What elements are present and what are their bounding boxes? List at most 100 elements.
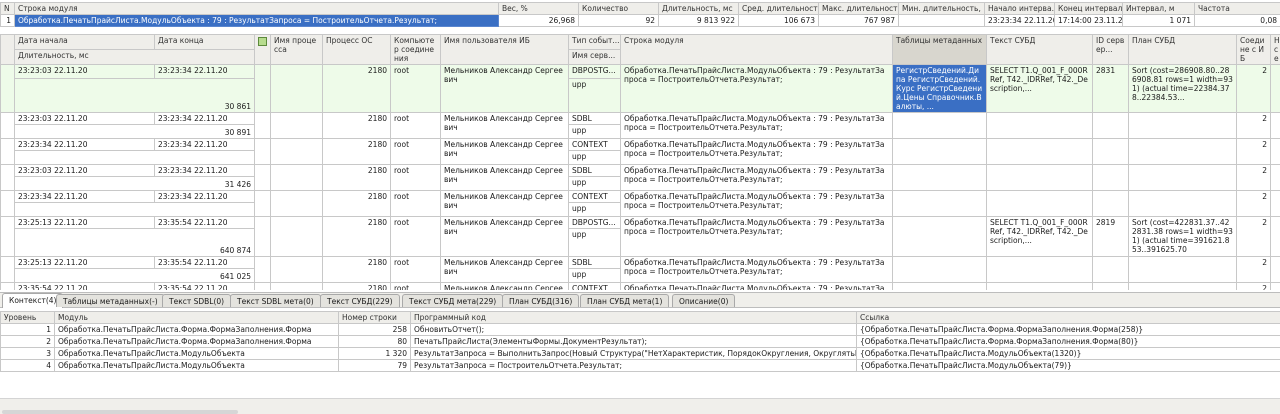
events-hdr-proc-name[interactable]: Имя процесса	[270, 34, 323, 65]
events-hdr-picture[interactable]	[254, 34, 271, 65]
event-meta-tables[interactable]	[892, 282, 987, 290]
event-type[interactable]: CONTEXT	[568, 282, 621, 290]
event-start[interactable]: 23:23:34 22.11.20	[14, 190, 155, 203]
event-computer[interactable]: root	[390, 64, 441, 113]
event-row[interactable]: 23:23:34 22.11.20 23:23:34 22.11.20 2180 ro…	[0, 138, 1280, 165]
event-end[interactable]: 23:23:34 22.11.20	[154, 190, 255, 203]
summary-hdr-interval-end[interactable]: Конец интервала	[1054, 2, 1123, 15]
events-hdr-duration[interactable]: Длительность, мс	[14, 49, 255, 65]
tab-context[interactable]: Контекст(4)	[2, 293, 64, 308]
summary-cell-count[interactable]: 92	[578, 14, 659, 27]
event-plan[interactable]: Sort (cost=286908.80..286908.81 rows=1 w…	[1128, 64, 1237, 113]
event-conn[interactable]: 2	[1236, 282, 1271, 290]
context-hdr-link[interactable]: Ссылка	[856, 311, 1280, 324]
event-os-proc[interactable]: 2180	[322, 256, 391, 283]
events-hdr-os-proc[interactable]: Процесс ОС	[322, 34, 391, 65]
event-server-id[interactable]	[1092, 190, 1129, 217]
summary-hdr-count[interactable]: Количество	[578, 2, 659, 15]
event-sql[interactable]	[986, 112, 1093, 139]
event-db[interactable]: upp	[568, 202, 621, 217]
event-computer[interactable]: root	[390, 138, 441, 165]
event-meta-tables[interactable]	[892, 112, 987, 139]
context-hdr-line-number[interactable]: Номер строки	[338, 311, 411, 324]
event-db[interactable]: upp	[568, 176, 621, 191]
event-user[interactable]: Мельников Александр Сергеевич	[440, 138, 569, 165]
event-plan[interactable]	[1128, 138, 1237, 165]
events-hdr-conn[interactable]: Соедине с ИБ	[1236, 34, 1271, 65]
event-module-line[interactable]: Обработка.ПечатьПрайсЛиста.МодульОбъекта…	[620, 256, 893, 283]
event-computer[interactable]: root	[390, 112, 441, 139]
event-type[interactable]: SDBL	[568, 164, 621, 177]
event-plan[interactable]	[1128, 112, 1237, 139]
event-user[interactable]: Мельников Александр Сергеевич	[440, 164, 569, 191]
summary-cell-n[interactable]: 1	[0, 14, 15, 27]
event-db[interactable]: upp	[568, 268, 621, 283]
context-row[interactable]: 4 Обработка.ПечатьПрайсЛиста.МодульОбъект…	[0, 359, 1280, 372]
summary-hdr-interval-start[interactable]: Начало интерва...	[984, 2, 1055, 15]
event-user[interactable]: Мельников Александр Сергеевич	[440, 190, 569, 217]
event-user[interactable]: Мельников Александр Сергеевич	[440, 216, 569, 257]
event-start[interactable]: 23:23:03 22.11.20	[14, 164, 155, 177]
event-sql[interactable]	[986, 138, 1093, 165]
summary-cell-interval-min[interactable]: 1 071	[1122, 14, 1195, 27]
event-db[interactable]: upp	[568, 124, 621, 139]
tab-sdbl-meta[interactable]: Текст SDBL мета(0)	[230, 294, 321, 307]
tab-description[interactable]: Описание(0)	[672, 294, 736, 307]
context-level[interactable]: 3	[0, 347, 55, 360]
context-code[interactable]: РезультатЗапроса = ВыполнитьЗапрос(Новый…	[410, 347, 857, 360]
summary-hdr-avg-duration[interactable]: Сред. длительность, мс	[738, 2, 819, 15]
event-duration[interactable]: 31 426	[14, 176, 255, 191]
event-type[interactable]: SDBL	[568, 112, 621, 125]
event-end[interactable]: 23:23:34 22.11.20	[154, 112, 255, 125]
event-start[interactable]: 23:23:03 22.11.20	[14, 63, 155, 80]
event-end[interactable]: 23:35:54 22.11.20	[154, 282, 255, 290]
summary-cell-max-duration[interactable]: 767 987	[818, 14, 899, 27]
event-os-proc[interactable]: 2180	[322, 282, 391, 290]
event-user[interactable]: Мельников Александр Сергеевич	[440, 112, 569, 139]
tab-dbms-text[interactable]: Текст СУБД(229)	[320, 294, 400, 307]
context-code[interactable]: ПечатьПрайсЛиста(ЭлементыФормы.ДокументР…	[410, 335, 857, 348]
event-db[interactable]: upp	[568, 228, 621, 257]
tab-dbms-plan[interactable]: План СУБД(316)	[502, 294, 580, 307]
event-computer[interactable]: root	[390, 282, 441, 290]
event-sql[interactable]: SELECT T1.Q_001_F_000RRef, T42._IDRRef, …	[986, 64, 1093, 113]
event-module-line[interactable]: Обработка.ПечатьПрайсЛиста.МодульОбъекта…	[620, 138, 893, 165]
event-type[interactable]: DBPOSTG...	[568, 63, 621, 80]
events-hdr-plan[interactable]: План СУБД	[1128, 34, 1237, 65]
event-end[interactable]: 23:23:34 22.11.20	[154, 63, 255, 80]
event-start[interactable]: 23:25:13 22.11.20	[14, 216, 155, 229]
event-end[interactable]: 23:23:34 22.11.20	[154, 138, 255, 151]
event-conn[interactable]: 2	[1236, 138, 1271, 165]
event-os-proc[interactable]: 2180	[322, 190, 391, 217]
summary-hdr-weight[interactable]: Вес, %	[498, 2, 579, 15]
horizontal-scrollbar[interactable]	[0, 398, 1280, 414]
event-server-id[interactable]: 2819	[1092, 216, 1129, 257]
event-computer[interactable]: root	[390, 256, 441, 283]
context-level[interactable]: 1	[0, 323, 55, 336]
context-row[interactable]: 1 Обработка.ПечатьПрайсЛиста.Форма.ФормаЗ…	[0, 323, 1280, 336]
context-module[interactable]: Обработка.ПечатьПрайсЛиста.Форма.ФормаЗа…	[54, 335, 339, 348]
context-line-number[interactable]: 258	[338, 323, 411, 336]
events-hdr-event-type[interactable]: Тип событ...	[568, 34, 621, 50]
event-conn[interactable]: 2	[1236, 190, 1271, 217]
summary-hdr-n[interactable]: N	[0, 2, 15, 15]
events-hdr-end[interactable]: Дата конца	[154, 34, 255, 50]
summary-hdr-interval-min[interactable]: Интервал, м	[1122, 2, 1195, 15]
event-computer[interactable]: root	[390, 216, 441, 257]
event-server-id[interactable]	[1092, 282, 1129, 290]
event-meta-tables[interactable]: РегистрСведений.Дипа РегистрСведений.Кур…	[892, 64, 987, 113]
event-plan[interactable]	[1128, 190, 1237, 217]
event-duration[interactable]: 30 891	[14, 124, 255, 139]
event-conn[interactable]: 2	[1236, 64, 1271, 113]
context-hdr-level[interactable]: Уровень	[0, 311, 55, 324]
event-duration[interactable]: 641 025	[14, 268, 255, 283]
event-type[interactable]: CONTEXT	[568, 138, 621, 151]
tab-dbms-plan-meta[interactable]: План СУБД мета(1)	[580, 294, 670, 307]
event-duration[interactable]: 640 874	[14, 228, 255, 257]
event-meta-tables[interactable]	[892, 190, 987, 217]
event-module-line[interactable]: Обработка.ПечатьПрайсЛиста.МодульОбъекта…	[620, 216, 893, 257]
event-db[interactable]: upp	[568, 150, 621, 165]
event-end[interactable]: 23:35:54 22.11.20	[154, 216, 255, 229]
event-row[interactable]: 23:35:54 22.11.20 23:35:54 22.11.20 2180 ro…	[0, 282, 1280, 290]
events-hdr-computer[interactable]: Компьютер соединения	[390, 34, 441, 65]
